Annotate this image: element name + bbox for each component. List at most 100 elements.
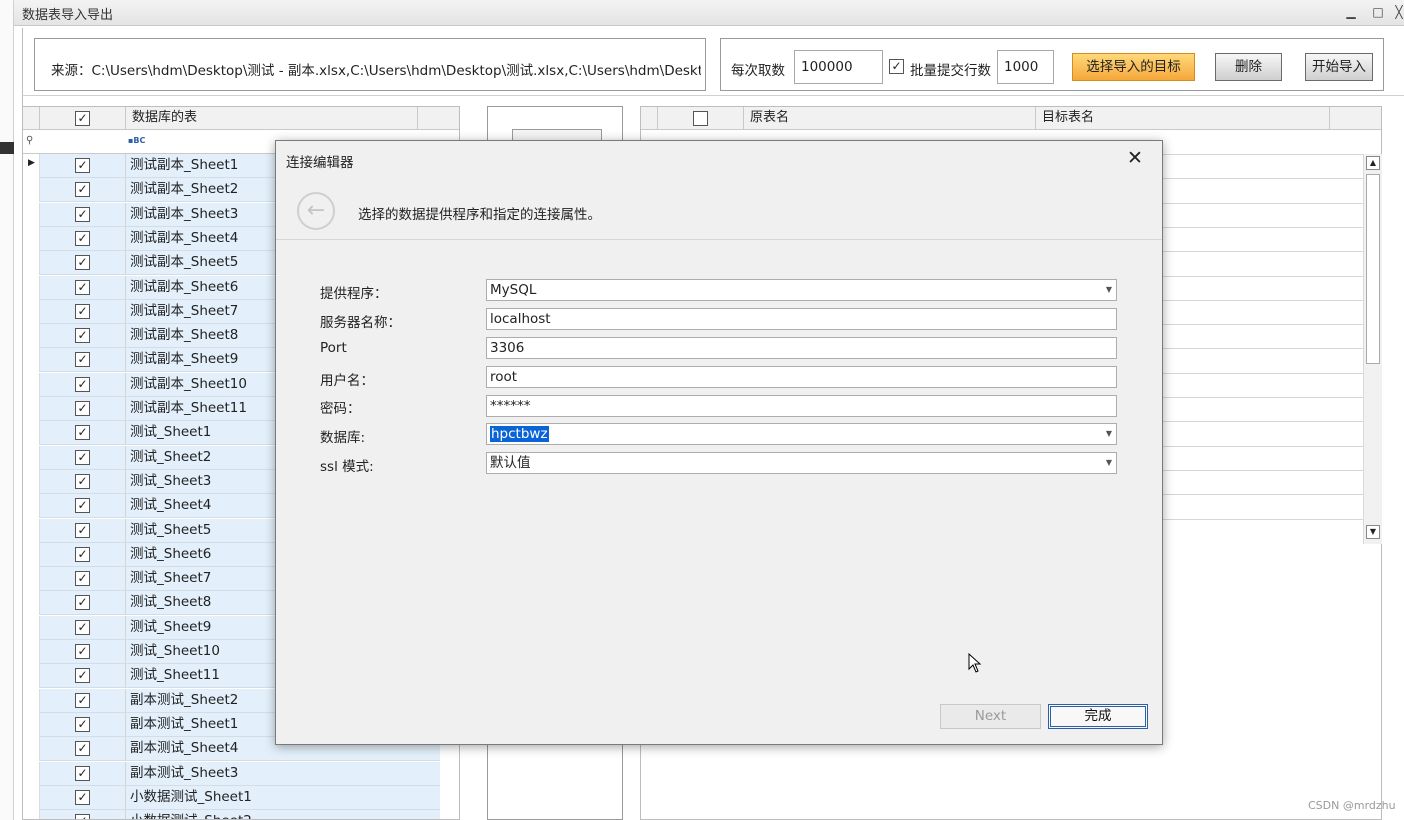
row-check-cell: ✓ — [40, 154, 126, 178]
row-indicator[interactable] — [23, 226, 40, 251]
batch-commit-label: 批量提交行数 — [910, 63, 991, 79]
vertical-scrollbar[interactable]: ▲ ▼ — [1363, 154, 1382, 544]
back-arrow-icon[interactable]: ← — [297, 192, 335, 230]
row-checkbox[interactable]: ✓ — [75, 644, 90, 659]
table-name-cell[interactable]: 小数据测试_Sheet2 — [126, 810, 440, 819]
table-row[interactable]: ✓ 副本测试_Sheet3 — [23, 761, 459, 786]
finish-button[interactable]: 完成 — [1048, 704, 1148, 729]
batch-commit-checkbox[interactable]: ✓ — [889, 59, 904, 74]
row-checkbox[interactable]: ✓ — [75, 716, 90, 732]
row-checkbox[interactable]: ✓ — [75, 522, 90, 538]
row-checkbox[interactable]: ✓ — [75, 498, 90, 514]
row-indicator[interactable] — [23, 275, 40, 300]
row-indicator[interactable] — [23, 567, 40, 592]
delete-button[interactable]: 删除 — [1215, 53, 1282, 81]
next-button[interactable]: Next — [940, 704, 1041, 729]
ssl-mode-select[interactable]: 默认值 ▼ — [486, 452, 1117, 474]
row-indicator[interactable]: ▶ — [23, 154, 40, 178]
row-check-cell: ✓ — [40, 251, 126, 276]
row-checkbox[interactable]: ✓ — [75, 303, 90, 319]
row-indicator[interactable] — [23, 810, 40, 819]
maximize-icon[interactable]: □ — [1369, 3, 1387, 21]
row-indicator[interactable] — [23, 761, 40, 786]
row-indicator[interactable] — [23, 324, 40, 349]
chevron-down-icon[interactable]: ▼ — [1106, 453, 1112, 473]
row-indicator[interactable] — [23, 469, 40, 494]
row-checkbox[interactable]: ✓ — [75, 425, 90, 441]
select-target-button[interactable]: 选择导入的目标 — [1072, 53, 1195, 81]
row-checkbox[interactable]: ✓ — [75, 352, 90, 368]
table-row[interactable]: ✓ 小数据测试_Sheet2 — [23, 810, 459, 819]
row-indicator[interactable] — [23, 737, 40, 762]
row-indicator[interactable] — [23, 445, 40, 470]
row-indicator[interactable] — [23, 640, 40, 664]
scroll-up-icon[interactable]: ▲ — [1366, 156, 1380, 170]
row-checkbox[interactable]: ✓ — [75, 814, 90, 819]
row-checkbox[interactable]: ✓ — [75, 255, 90, 271]
row-indicator[interactable] — [23, 615, 40, 640]
row-indicator[interactable] — [23, 494, 40, 519]
column-header-tables[interactable]: 数据库的表 — [126, 107, 418, 130]
minimize-icon[interactable]: ▁ — [1342, 3, 1360, 21]
row-checkbox[interactable]: ✓ — [75, 473, 90, 489]
chevron-down-icon[interactable]: ▼ — [1106, 280, 1112, 300]
provider-select[interactable]: MySQL ▼ — [486, 279, 1117, 301]
row-checkbox[interactable]: ✓ — [75, 328, 90, 344]
select-all-checkbox[interactable]: ✓ — [75, 111, 90, 126]
server-input[interactable]: localhost — [486, 308, 1117, 330]
row-checkbox[interactable]: ✓ — [75, 401, 90, 416]
start-import-button[interactable]: 开始导入 — [1305, 53, 1373, 81]
row-checkbox[interactable]: ✓ — [75, 449, 90, 465]
row-indicator[interactable] — [23, 372, 40, 397]
password-input[interactable]: ****** — [486, 395, 1117, 417]
row-checkbox[interactable]: ✓ — [75, 619, 90, 635]
row-checkbox[interactable]: ✓ — [75, 741, 90, 757]
row-checkbox[interactable]: ✓ — [75, 230, 90, 246]
row-checkbox[interactable]: ✓ — [75, 765, 90, 781]
row-checkbox[interactable]: ✓ — [75, 206, 90, 222]
chevron-down-icon[interactable]: ▼ — [1106, 424, 1112, 444]
row-indicator[interactable] — [23, 664, 40, 689]
row-indicator[interactable] — [23, 518, 40, 543]
database-select[interactable]: hpctbwz ▼ — [486, 423, 1117, 445]
scroll-thumb[interactable] — [1366, 174, 1380, 364]
fetch-count-input[interactable]: 100000 — [794, 50, 883, 84]
close-icon[interactable]: ✕ — [1124, 147, 1146, 169]
username-input[interactable]: root — [486, 366, 1117, 388]
table-name-cell[interactable]: 小数据测试_Sheet1 — [126, 785, 440, 810]
table-row[interactable]: ✓ 小数据测试_Sheet1 — [23, 785, 459, 810]
funnel-icon[interactable]: ⚲ — [26, 135, 33, 146]
row-indicator[interactable] — [23, 591, 40, 616]
row-checkbox[interactable]: ✓ — [75, 571, 90, 587]
row-indicator[interactable] — [23, 348, 40, 373]
row-indicator[interactable] — [23, 542, 40, 567]
row-checkbox[interactable]: ✓ — [75, 789, 90, 805]
row-indicator[interactable] — [23, 421, 40, 446]
row-check-cell: ✓ — [40, 567, 126, 592]
row-indicator[interactable] — [23, 785, 40, 810]
select-all-checkbox-right[interactable] — [693, 111, 708, 126]
close-window-icon[interactable]: ╳ — [1394, 3, 1404, 21]
row-indicator[interactable] — [23, 178, 40, 203]
row-checkbox[interactable]: ✓ — [75, 595, 90, 611]
abc-text-icon[interactable]: ▪BC — [128, 136, 145, 145]
row-checkbox[interactable]: ✓ — [75, 182, 90, 198]
row-checkbox[interactable]: ✓ — [75, 692, 90, 708]
column-header-source[interactable]: 原表名 — [744, 107, 1036, 130]
row-checkbox[interactable]: ✓ — [75, 158, 90, 173]
row-indicator[interactable] — [23, 397, 40, 421]
port-input[interactable]: 3306 — [486, 337, 1117, 359]
row-indicator[interactable] — [23, 299, 40, 324]
batch-rows-input[interactable]: 1000 — [997, 50, 1054, 84]
scroll-down-icon[interactable]: ▼ — [1366, 525, 1380, 539]
row-indicator[interactable] — [23, 251, 40, 276]
row-indicator[interactable] — [23, 712, 40, 737]
row-checkbox[interactable]: ✓ — [75, 279, 90, 295]
row-checkbox[interactable]: ✓ — [75, 376, 90, 392]
column-header-target[interactable]: 目标表名 — [1036, 107, 1330, 130]
table-name-cell[interactable]: 副本测试_Sheet3 — [126, 761, 440, 786]
row-indicator[interactable] — [23, 202, 40, 227]
row-indicator[interactable] — [23, 688, 40, 713]
row-checkbox[interactable]: ✓ — [75, 546, 90, 562]
row-checkbox[interactable]: ✓ — [75, 668, 90, 684]
